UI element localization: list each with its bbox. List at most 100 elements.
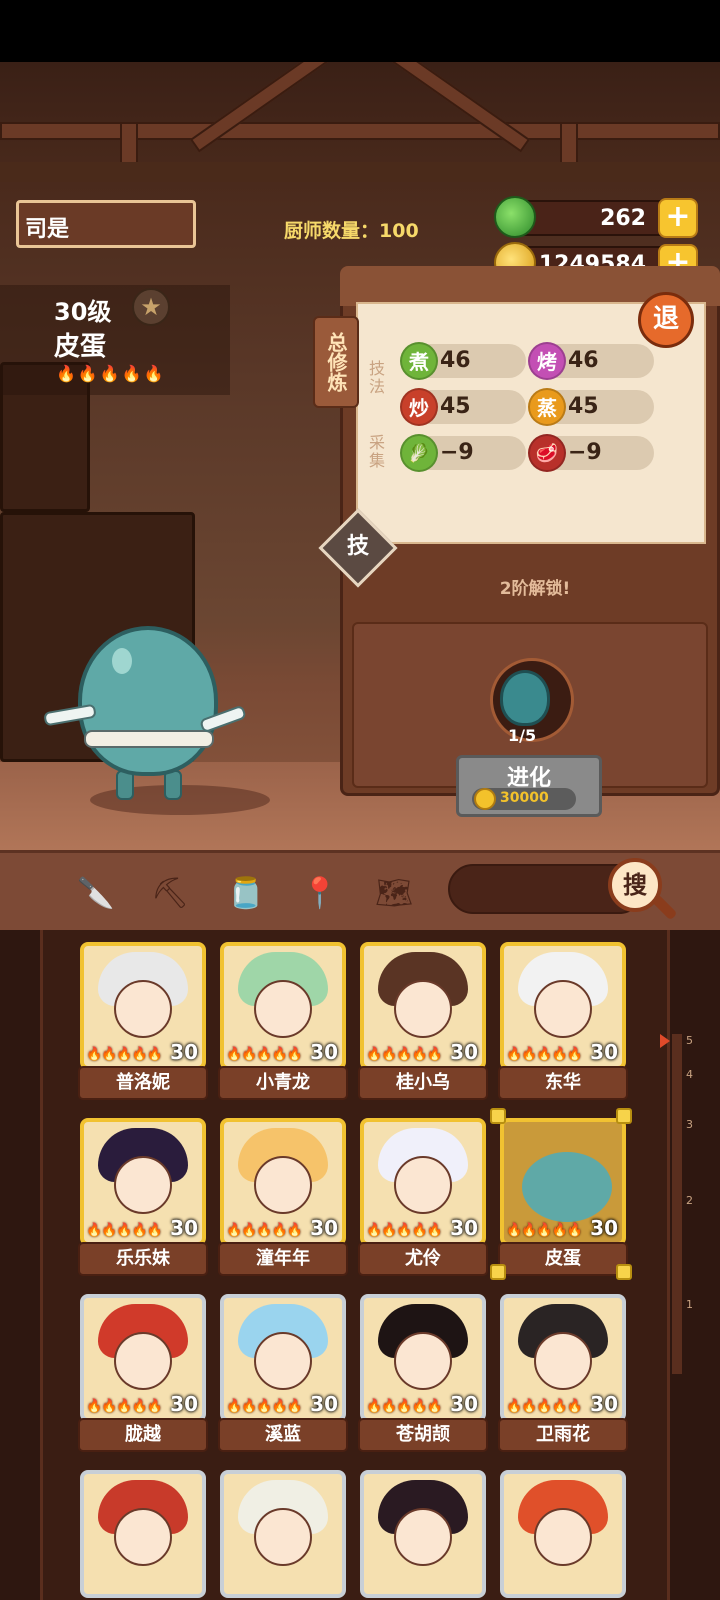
technique-label: 技法 [368,359,385,396]
stat-value: −9 [440,440,474,465]
tab-total-training[interactable]: 总修炼 [313,316,359,408]
chef-card[interactable]: 🔥🔥🔥🔥🔥 30 [80,1118,206,1246]
chef-card[interactable]: 🔥🔥🔥🔥🔥 30 [220,1294,346,1422]
chef-portrait [364,1474,482,1594]
chef-card[interactable]: 🔥🔥🔥🔥🔥 30 [500,1294,626,1422]
chef-card[interactable] [360,1470,486,1598]
cleaver-icon[interactable]: 🔪 [74,872,118,916]
coin-icon [474,788,496,810]
chef-card-name: 溪蓝 [218,1418,348,1452]
chef-card[interactable]: 🔥🔥🔥🔥🔥 30 [220,1118,346,1246]
flame-rating: 🔥🔥🔥🔥🔥 [56,364,166,383]
chef-face [254,1508,312,1566]
stat-meat: 🥩 −9 [528,434,654,472]
jade-counter: 262 + [494,196,698,238]
chef-card[interactable] [220,1470,346,1598]
flame-rating: 🔥🔥🔥🔥🔥 [506,1399,583,1414]
selection-corner [490,1264,506,1280]
chef-card[interactable]: 🔥🔥🔥🔥🔥 30 [360,1118,486,1246]
chef-card-level: 30 [450,1040,478,1064]
chef-face [254,1332,312,1390]
roast-icon: 烤 [528,342,566,380]
map-question-icon[interactable]: 🗺 [372,872,416,916]
chef-card-name: 皮蛋 [498,1242,628,1276]
boil-icon: 煮 [400,342,438,380]
chef-card-name: 普洛妮 [78,1066,208,1100]
character-highlight [112,648,132,674]
stat-steam: 蒸 45 [528,388,654,426]
chef-face [114,1508,172,1566]
chef-card-level: 30 [310,1040,338,1064]
chef-card[interactable]: 🔥🔥🔥🔥🔥 30 [220,942,346,1070]
selection-corner [490,1108,506,1124]
chef-card-level: 30 [590,1392,618,1416]
status-bar [0,0,720,62]
chef-card-level: 30 [170,1392,198,1416]
chef-card-name: 东华 [498,1066,628,1100]
chef-face [114,1156,172,1214]
exit-button[interactable]: 退 [638,292,694,348]
evolution-progress: 1/5 [508,726,537,745]
chef-card[interactable]: 🔥🔥🔥🔥🔥 30 [500,942,626,1070]
flame-rating: 🔥🔥🔥🔥🔥 [86,1047,163,1062]
chef-card-name: 桂小乌 [358,1066,488,1100]
chef-card[interactable] [80,1470,206,1598]
stat-stir-fry: 炒 45 [400,388,526,426]
chef-face [114,980,172,1038]
chef-card-level: 30 [590,1216,618,1240]
shovel-icon[interactable]: ⛏ [148,872,192,916]
rank-tick: 3 [686,1118,693,1131]
chef-card[interactable]: 🔥🔥🔥🔥🔥 30 [360,942,486,1070]
jade-value: 262 [600,206,646,231]
rank-marker [660,1034,670,1048]
chef-card[interactable]: 🔥🔥🔥🔥🔥 30 [360,1294,486,1422]
flame-rating: 🔥🔥🔥🔥🔥 [506,1047,583,1062]
wall-shelf [0,162,720,182]
skill-label: 技 [346,534,369,559]
add-jade-button[interactable]: + [658,198,698,238]
stat-roast: 烤 46 [528,342,654,380]
rank-scrollbar[interactable] [672,1034,682,1374]
stat-value: −9 [568,440,602,465]
chef-card[interactable]: 🔥🔥🔥🔥🔥 30 [80,942,206,1070]
chef-level: 30级 [54,298,112,326]
flame-rating: 🔥🔥🔥🔥🔥 [86,1223,163,1238]
chef-card[interactable]: 🔥🔥🔥🔥🔥 30 [500,1118,626,1246]
chef-card-level: 30 [170,1040,198,1064]
chef-card-level: 30 [450,1392,478,1416]
evolution-stone-icon [500,670,550,726]
chef-hair [522,1152,612,1222]
stat-value: 45 [568,394,599,419]
chef-card[interactable] [500,1470,626,1598]
chef-card-level: 30 [310,1216,338,1240]
chef-face [394,1332,452,1390]
rank-tick: 4 [686,1068,693,1081]
flame-rating: 🔥🔥🔥🔥🔥 [366,1399,443,1414]
flame-rating: 🔥🔥🔥🔥🔥 [366,1047,443,1062]
rank-tick: 1 [686,1298,693,1311]
character-belt [84,730,214,748]
location-pin-icon[interactable]: 📍 [298,872,342,916]
star-icon[interactable]: ★ [132,288,170,326]
chef-card-name: 乐乐妹 [78,1242,208,1276]
chef-portrait [84,1474,202,1594]
steam-icon: 蒸 [528,388,566,426]
chef-count-label: 厨师数量：100 [284,220,419,242]
search-button[interactable]: 搜 [608,858,662,912]
rank-tick: 5 [686,1034,693,1047]
flame-rating: 🔥🔥🔥🔥🔥 [226,1223,303,1238]
unlock-hint: 2阶解锁! [499,579,571,599]
chef-face [534,1508,592,1566]
character-sprite[interactable] [78,626,218,776]
player-name-field[interactable]: 司是 [16,200,196,248]
chef-card-level: 30 [450,1216,478,1240]
flame-rating: 🔥🔥🔥🔥🔥 [86,1399,163,1414]
chef-card[interactable]: 🔥🔥🔥🔥🔥 30 [80,1294,206,1422]
flame-rating: 🔥🔥🔥🔥🔥 [366,1223,443,1238]
jar-icon[interactable]: 🫙 [224,872,268,916]
chef-card-name: 潼年年 [218,1242,348,1276]
chef-face [534,1332,592,1390]
chef-face [394,1508,452,1566]
selection-corner [616,1264,632,1280]
chef-card-name: 尤伶 [358,1242,488,1276]
